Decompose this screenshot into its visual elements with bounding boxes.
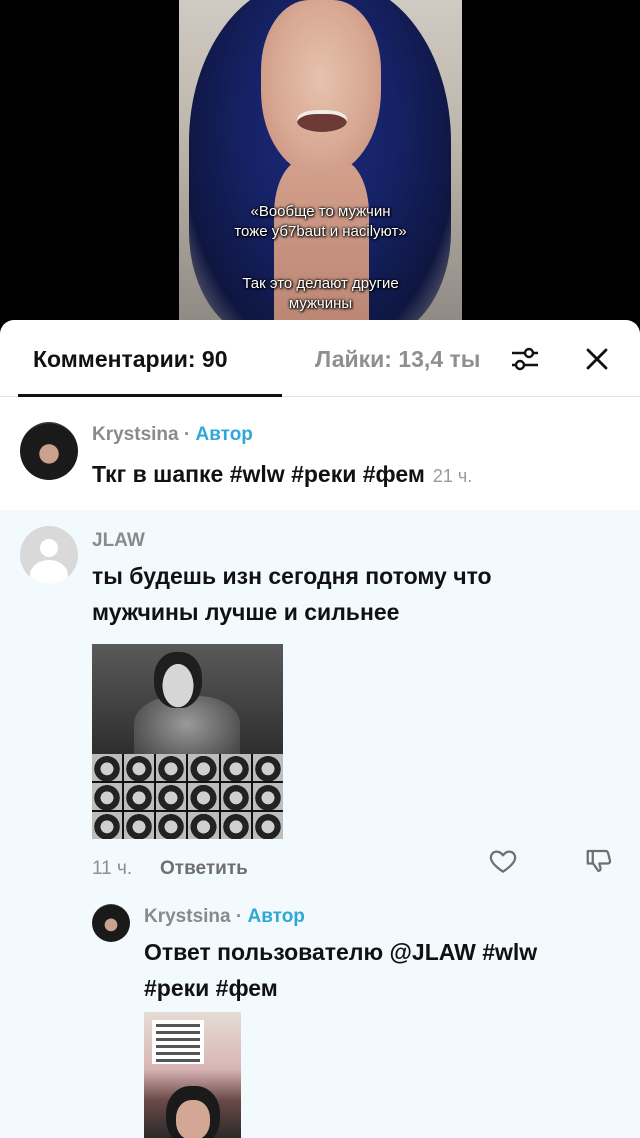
comment-text-line: ты будешь изн сегодня потому что <box>92 563 492 589</box>
default-avatar-head <box>40 539 58 557</box>
video-caption-bottom: Так это делают другие мужчины <box>179 274 462 314</box>
comment-username-line: Krystsina · Автор <box>144 906 305 928</box>
comment-text: Ответ пользователю @JLAW #wlw #реки #фем <box>144 934 537 1006</box>
video-frame[interactable]: «Вообще то мужчин тоже уб7baut и насilyю… <box>179 0 462 340</box>
video-face <box>261 0 381 175</box>
comment-time: 11 ч. <box>92 858 133 879</box>
separator: · <box>230 906 248 927</box>
reply-item[interactable]: Krystsina · Автор Ответ пользователю @JL… <box>0 890 640 1138</box>
video-caption-top: «Вообще то мужчин тоже уб7baut и насilyю… <box>179 202 462 242</box>
video-mouth <box>297 110 347 132</box>
avatar[interactable] <box>20 422 78 480</box>
comment-username[interactable]: Krystsina <box>144 906 231 927</box>
comment-username[interactable]: Krystsina <box>92 424 179 445</box>
separator: · <box>178 424 196 445</box>
thumbs-down-icon[interactable] <box>584 846 616 878</box>
comment-item[interactable]: JLAW ты будешь изн сегодня потому что му… <box>0 510 640 890</box>
avatar[interactable] <box>92 904 130 942</box>
author-badge: Автор <box>195 424 253 445</box>
meme-photo-grid <box>92 754 283 839</box>
caption-line: Так это делают другие <box>242 275 399 292</box>
caption-line: «Вообще то мужчин <box>250 203 391 220</box>
comment-text-line: Ткг в шапке #wlw #реки #фем 21 ч. <box>92 456 472 494</box>
comment-username-line: Krystsina · Автор <box>92 424 253 446</box>
comment-text-line: мужчины лучше и сильнее <box>92 599 400 625</box>
sheet-header: Комментарии: 90 Лайки: 13,4 ты <box>0 320 640 397</box>
heart-icon[interactable] <box>488 846 520 878</box>
comment-text: Ткг в шапке #wlw #реки #фем <box>92 461 425 487</box>
comment-text-line: #реки #фем <box>144 975 278 1001</box>
quoted-comment-card <box>152 1020 204 1064</box>
comments-sheet: Комментарии: 90 Лайки: 13,4 ты Krystsina… <box>0 320 640 1138</box>
video-player[interactable]: «Вообще то мужчин тоже уб7baut и насilyю… <box>0 0 640 340</box>
author-badge: Автор <box>247 906 305 927</box>
comment-time: 21 ч. <box>432 466 473 486</box>
caption-line: мужчины <box>288 295 353 312</box>
close-icon[interactable] <box>580 342 614 376</box>
comment-username[interactable]: JLAW <box>92 530 145 552</box>
active-tab-indicator <box>18 394 282 397</box>
comment-image[interactable] <box>92 644 283 839</box>
sliders-icon[interactable] <box>508 342 542 376</box>
comment-text-line: Ответ пользователю @JLAW #wlw <box>144 939 538 965</box>
caption-line: тоже уб7baut и насilyют» <box>234 223 407 240</box>
tab-comments[interactable]: Комментарии: 90 <box>33 346 228 373</box>
tab-likes[interactable]: Лайки: 13,4 ты <box>315 346 491 373</box>
meme-face <box>154 652 202 708</box>
reply-button[interactable]: Ответить <box>160 858 248 880</box>
default-avatar-body <box>30 560 68 584</box>
comment-item[interactable]: Krystsina · Автор Ткг в шапке #wlw #реки… <box>0 398 640 510</box>
avatar[interactable] <box>20 526 78 584</box>
thumbnail-face <box>176 1100 210 1138</box>
video-reply-thumbnail[interactable] <box>144 1012 241 1138</box>
comment-text: ты будешь изн сегодня потому что мужчины… <box>92 558 492 630</box>
